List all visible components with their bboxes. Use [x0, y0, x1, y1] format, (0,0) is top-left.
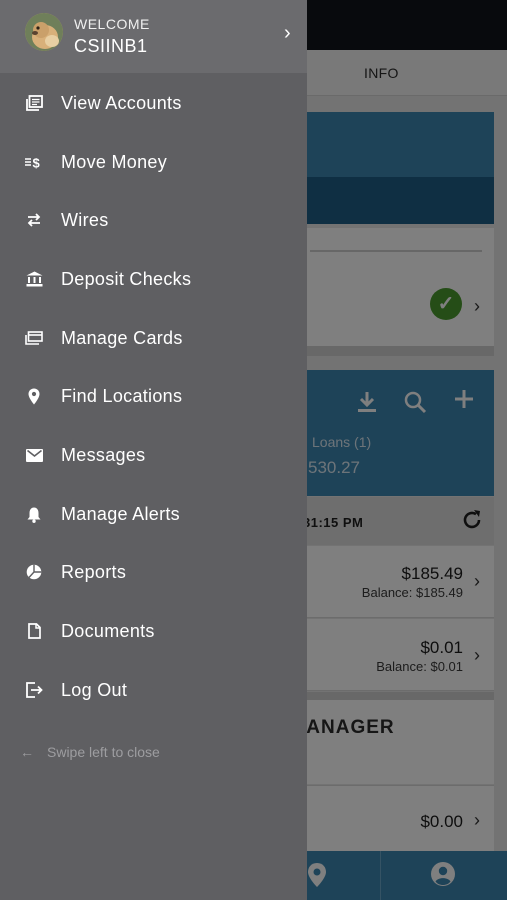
bank-icon	[25, 270, 43, 288]
wire-icon	[25, 211, 43, 229]
menu-item-messages[interactable]: Messages	[0, 426, 307, 484]
transfer-icon: $	[25, 153, 43, 171]
accounts-icon	[25, 94, 43, 112]
menu-item-reports[interactable]: Reports	[0, 543, 307, 601]
document-icon	[25, 622, 43, 640]
welcome-label: WELCOME	[74, 16, 150, 32]
menu-item-label: Messages	[61, 444, 146, 465]
drawer-profile-header[interactable]: WELCOME CSIINB1 ›	[0, 0, 307, 73]
avatar	[25, 13, 63, 51]
menu-item-label: Deposit Checks	[61, 268, 192, 289]
menu-item-label: Wires	[61, 209, 109, 230]
menu-item-label: Documents	[61, 620, 155, 641]
menu-item-label: Log Out	[61, 679, 128, 700]
menu-item-deposit-checks[interactable]: Deposit Checks	[0, 250, 307, 308]
chevron-right-icon[interactable]: ›	[284, 22, 291, 45]
envelope-icon	[25, 446, 43, 464]
menu-item-label: Move Money	[61, 151, 168, 172]
menu-item-manage-cards[interactable]: Manage Cards	[0, 309, 307, 367]
swipe-hint-text: Swipe left to close	[47, 744, 160, 760]
menu-item-label: Manage Cards	[61, 327, 183, 348]
cards-icon	[25, 329, 43, 347]
menu-item-label: View Accounts	[61, 92, 182, 113]
menu-item-wires[interactable]: Wires	[0, 191, 307, 249]
arrow-left-icon: ←	[20, 744, 34, 760]
menu-item-label: Reports	[61, 561, 127, 582]
menu-item-find-locations[interactable]: Find Locations	[0, 367, 307, 425]
logout-icon	[25, 681, 43, 699]
menu-item-log-out[interactable]: Log Out	[0, 661, 307, 719]
username: CSIINB1	[74, 36, 148, 56]
svg-text:$: $	[33, 156, 41, 170]
bell-icon	[25, 505, 43, 523]
menu-item-view-accounts[interactable]: View Accounts	[0, 74, 307, 132]
menu-item-label: Find Locations	[61, 385, 183, 406]
menu-item-manage-alerts[interactable]: Manage Alerts	[0, 485, 307, 543]
navigation-drawer: WELCOME CSIINB1 › View Accounts $ Move M…	[0, 0, 307, 900]
menu-item-label: Manage Alerts	[61, 503, 180, 524]
swipe-hint: ← Swipe left to close	[20, 744, 160, 760]
menu-item-move-money[interactable]: $ Move Money	[0, 133, 307, 191]
pie-chart-icon	[25, 563, 43, 581]
menu-item-documents[interactable]: Documents	[0, 602, 307, 660]
location-pin-icon	[25, 387, 43, 405]
